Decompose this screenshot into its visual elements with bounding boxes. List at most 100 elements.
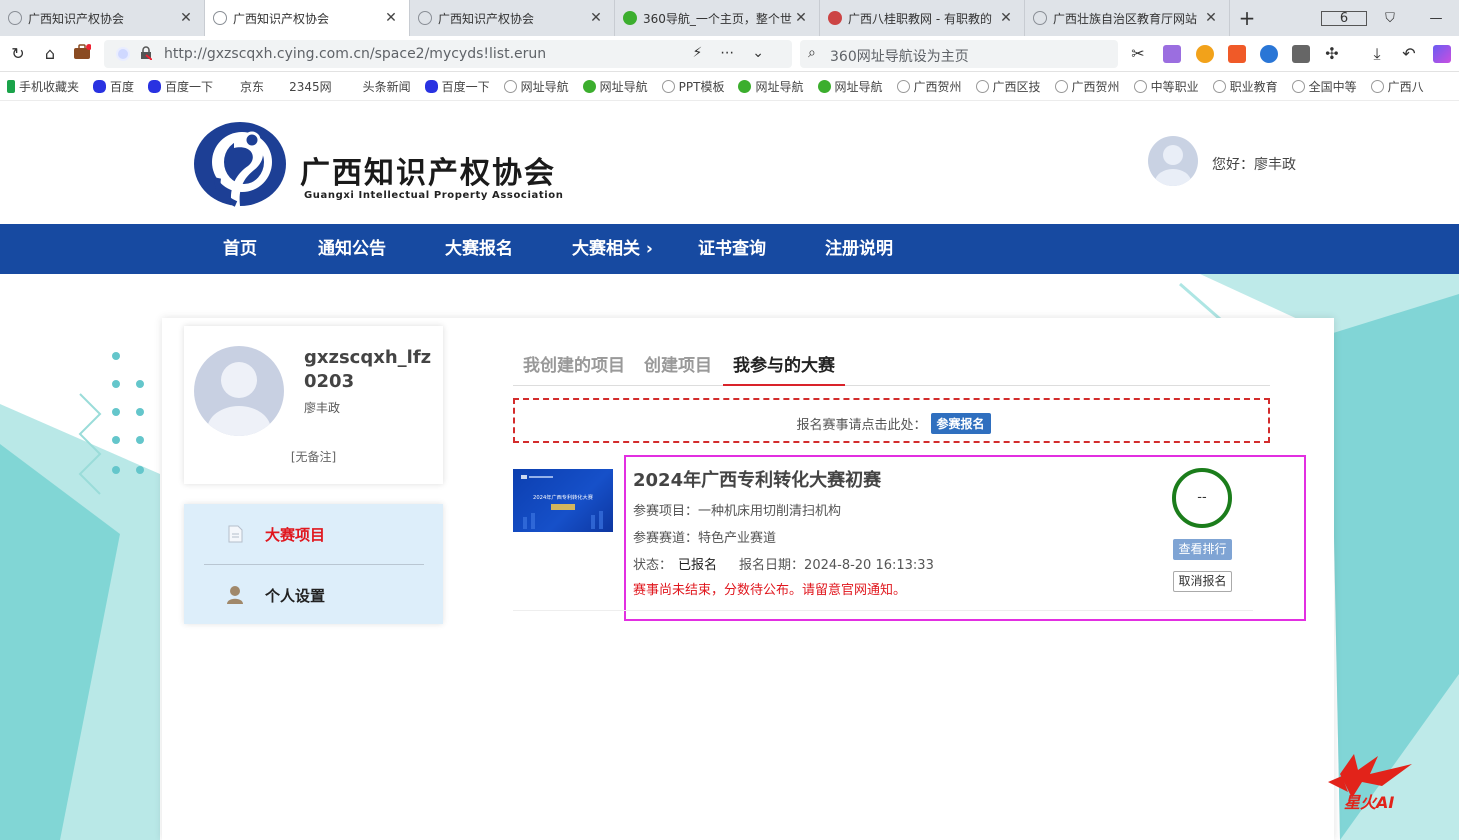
logo-mark-icon — [194, 122, 286, 208]
nav-home[interactable]: 首页 — [223, 224, 257, 274]
puzzle-icon[interactable]: ✣ — [1322, 44, 1342, 64]
globe-icon — [896, 80, 910, 93]
tab-my-contests[interactable]: 我参与的大赛 — [723, 348, 845, 386]
baidu-icon — [424, 80, 438, 93]
nav-register-guide[interactable]: 注册说明 — [825, 224, 893, 274]
home-icon[interactable]: ⌂ — [40, 44, 60, 64]
bookmark-item[interactable]: 京东 — [220, 78, 271, 95]
browser-tab-4[interactable]: 360导航_一个主页，整个世 ✕ — [615, 0, 820, 36]
side-item-contest-projects[interactable]: 大赛项目 — [184, 504, 443, 564]
bookmark-item[interactable]: 广西区技 — [969, 78, 1048, 95]
close-icon[interactable]: ✕ — [998, 10, 1014, 26]
bookmark-item[interactable]: 百度 — [86, 78, 141, 95]
signup-date: 2024-8-20 16:13:33 — [804, 558, 934, 573]
contest-thumbnail[interactable]: 2024年广西专利转化大赛 — [513, 469, 613, 532]
score-ring: -- — [1172, 468, 1232, 528]
globe-icon — [418, 11, 432, 25]
bookmark-item[interactable]: 头条新闻 — [339, 78, 418, 95]
bookmark-item[interactable]: 网址导航 — [576, 78, 655, 95]
ai-icon[interactable] — [1433, 45, 1451, 63]
avatar[interactable] — [194, 346, 284, 436]
bookmark-item[interactable]: 2345网 — [271, 78, 339, 95]
insecure-lock-icon[interactable] — [140, 46, 153, 61]
nav-contest-signup[interactable]: 大赛报名 — [445, 224, 513, 274]
profile-realname: 廖丰政 — [304, 401, 341, 415]
nav-certificate-query[interactable]: 证书查询 — [698, 224, 766, 274]
search-icon: ⌕ — [808, 45, 816, 61]
globe-icon — [1212, 80, 1226, 93]
download-icon[interactable]: ⤓ — [1367, 44, 1387, 64]
site-logo[interactable]: 广西知识产权协会 Guangxi Intellectual Property A… — [192, 118, 563, 212]
magnifier-ext-icon[interactable] — [1260, 45, 1278, 63]
bookmark-item[interactable]: 职业教育 — [1206, 78, 1285, 95]
close-icon[interactable]: ✕ — [1203, 10, 1219, 26]
bookmark-item[interactable]: 中等职业 — [1127, 78, 1206, 95]
shield-icon — [116, 47, 130, 61]
tab-count-button[interactable]: 6 — [1321, 10, 1367, 26]
bookmark-item[interactable]: 广西贺州 — [1048, 78, 1127, 95]
bookmark-item[interactable]: 百度一下 — [418, 78, 497, 95]
contest-title[interactable]: 2024年广西专利转化大赛初赛 — [633, 466, 881, 492]
new-tab-button[interactable]: + — [1230, 0, 1264, 36]
side-item-personal-settings[interactable]: 个人设置 — [184, 565, 443, 625]
panel-tabs: 我创建的项目 创建项目 我参与的大赛 — [513, 348, 1270, 386]
xinghuo-ai-watermark-icon: 星火AI — [1328, 754, 1412, 812]
scissors-icon[interactable]: ✂ — [1128, 44, 1148, 64]
tab-create-project[interactable]: 创建项目 — [644, 348, 712, 386]
close-icon[interactable]: ✕ — [383, 10, 399, 26]
bookmark-item[interactable]: 网址导航 — [731, 78, 810, 95]
bookmark-item[interactable]: 百度一下 — [141, 78, 220, 95]
logo-chinese-name: 广西知识产权协会 — [300, 156, 556, 191]
contest-status-row: 状态： 已报名 报名日期：2024-8-20 16:13:33 — [633, 558, 934, 573]
url-tools[interactable]: ⚡⋯⌄ — [692, 45, 782, 61]
bookmark-item[interactable]: 网址导航 — [811, 78, 890, 95]
cancel-signup-button[interactable]: 取消报名 — [1173, 571, 1232, 592]
close-icon[interactable]: ✕ — [178, 10, 194, 26]
close-icon[interactable]: ✕ — [588, 10, 604, 26]
bookmark-item[interactable]: PPT模板 — [655, 78, 732, 95]
bookmark-item[interactable]: 网址导航 — [497, 78, 576, 95]
avatar[interactable] — [1148, 136, 1198, 186]
search-input[interactable]: ⌕ 360网址导航设为主页 — [800, 40, 1118, 68]
baidu-icon — [93, 80, 107, 93]
translate-icon[interactable] — [1163, 45, 1181, 63]
contest-banner-image: 2024年广西专利转化大赛 — [521, 475, 603, 529]
nav-contest-related[interactable]: 大赛相关 › — [572, 224, 653, 274]
window-controls: 6 ⛉ — — [1321, 0, 1459, 36]
tab-my-created-projects[interactable]: 我创建的项目 — [523, 348, 625, 386]
view-ranking-button[interactable]: 查看排行 — [1173, 539, 1232, 560]
game-icon[interactable] — [1228, 45, 1246, 63]
browser-tab-2[interactable]: 广西知识产权协会 ✕ — [205, 0, 410, 36]
contest-project: 参赛项目：一种机床用切削清扫机构 — [633, 504, 842, 519]
shield-ext-icon[interactable] — [1196, 45, 1214, 63]
bookmark-item[interactable]: 广西八 — [1364, 78, 1431, 95]
screen-icon[interactable] — [1292, 45, 1310, 63]
main-navigation: 首页 通知公告 大赛报名 大赛相关 › 证书查询 注册说明 — [0, 224, 1459, 274]
browser-tab-1[interactable]: 广西知识产权协会 ✕ — [0, 0, 205, 36]
browser-tab-3[interactable]: 广西知识产权协会 ✕ — [410, 0, 615, 36]
reload-icon[interactable]: ↻ — [8, 44, 28, 64]
signup-button[interactable]: 参赛报名 — [930, 413, 991, 434]
document-icon — [228, 525, 243, 543]
url-field[interactable]: http://gxzscqxh.cying.com.cn/space2/mycy… — [104, 40, 792, 68]
signup-prompt-box: 报名赛事请点击此处： 参赛报名 — [513, 398, 1270, 443]
profile-remark: [无备注] — [290, 450, 337, 464]
phone-icon — [7, 80, 15, 93]
bookmark-item[interactable]: 手机收藏夹 — [0, 78, 86, 95]
close-icon[interactable]: ✕ — [793, 10, 809, 26]
user-greeting: 您好：廖丰政 — [1212, 157, 1296, 173]
undo-icon[interactable]: ↶ — [1399, 44, 1419, 64]
shirt-icon[interactable]: ⛉ — [1367, 11, 1413, 26]
bookmark-item[interactable]: 广西贺州 — [890, 78, 969, 95]
nav-notices[interactable]: 通知公告 — [318, 224, 386, 274]
contest-thumb-title: 2024年广西专利转化大赛 — [533, 493, 594, 501]
browser-tab-bar: 广西知识产权协会 ✕ 广西知识产权协会 ✕ 广西知识产权协会 ✕ 360导航_一个主页… — [0, 0, 1459, 36]
globe-icon — [1033, 11, 1047, 25]
briefcase-icon[interactable] — [72, 44, 92, 64]
browser-tab-5[interactable]: 广西八桂职教网 - 有职教的 ✕ — [820, 0, 1025, 36]
bookmark-item[interactable]: 全国中等 — [1285, 78, 1364, 95]
profile-card: gxzscqxh_lfz0203 廖丰政 [无备注] — [184, 326, 443, 484]
browser-tab-6[interactable]: 广西壮族自治区教育厅网站 ✕ — [1025, 0, 1230, 36]
360-icon — [623, 11, 637, 25]
minimize-icon[interactable]: — — [1413, 11, 1459, 26]
